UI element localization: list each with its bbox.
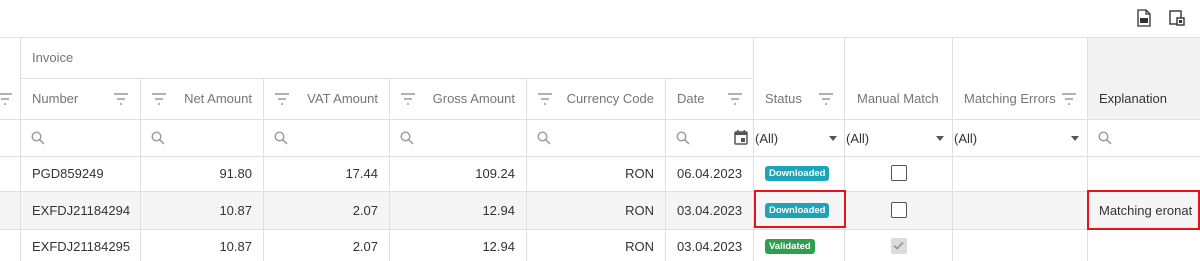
column-header-vat-amount[interactable]: VAT Amount xyxy=(293,78,378,119)
column-header-date[interactable]: Date xyxy=(677,78,727,119)
search-icon[interactable] xyxy=(400,131,414,145)
filter-icon[interactable] xyxy=(401,93,415,105)
status-badge: Downloaded xyxy=(765,166,830,181)
column-header-currency-code[interactable]: Currency Code xyxy=(556,78,654,119)
table-row[interactable]: EXFDJ21184295 10.87 2.07 12.94 RON 03.04… xyxy=(0,230,1200,261)
column-header-net-amount[interactable]: Net Amount xyxy=(170,78,252,119)
status-filter-dropdown[interactable]: (All) xyxy=(754,120,844,156)
column-header-manual-match[interactable]: Manual Match xyxy=(857,78,947,119)
band-header-invoice: Invoice xyxy=(32,50,74,65)
manual-match-checkbox[interactable] xyxy=(891,238,907,254)
export-pdf-icon[interactable] xyxy=(1136,9,1154,27)
chevron-down-icon xyxy=(829,136,837,141)
calendar-icon[interactable] xyxy=(734,130,748,145)
column-header-explanation[interactable]: Explanation xyxy=(1099,78,1195,119)
table-row[interactable]: PGD859249 91.80 17.44 109.24 RON 06.04.2… xyxy=(0,157,1200,191)
search-icon[interactable] xyxy=(31,131,45,145)
filter-icon[interactable] xyxy=(152,93,166,105)
filter-icon[interactable] xyxy=(1062,93,1076,105)
column-chooser-icon[interactable] xyxy=(1168,9,1186,27)
filter-icon[interactable] xyxy=(275,93,289,105)
search-icon[interactable] xyxy=(151,131,165,145)
highlight-box-status xyxy=(754,190,846,228)
manual-match-checkbox[interactable] xyxy=(891,202,907,218)
filter-icon[interactable] xyxy=(819,93,833,105)
search-icon[interactable] xyxy=(537,131,551,145)
column-header-status[interactable]: Status xyxy=(765,78,815,119)
highlight-box-explanation xyxy=(1087,190,1200,230)
column-header-matching-errors[interactable]: Matching Errors xyxy=(964,78,1060,119)
manual-match-filter-dropdown[interactable]: (All) xyxy=(845,120,952,156)
column-header-gross-amount[interactable]: Gross Amount xyxy=(419,78,515,119)
chevron-down-icon xyxy=(936,136,944,141)
grid-toolbar xyxy=(0,0,1200,38)
filter-icon[interactable] xyxy=(0,93,12,105)
checkmark-icon xyxy=(893,241,904,250)
search-icon[interactable] xyxy=(1098,131,1112,145)
filter-icon[interactable] xyxy=(538,93,552,105)
search-icon[interactable] xyxy=(676,131,690,145)
manual-match-checkbox[interactable] xyxy=(891,165,907,181)
filter-icon[interactable] xyxy=(114,93,128,105)
table-row[interactable]: EXFDJ21184294 10.87 2.07 12.94 RON 03.04… xyxy=(0,192,1200,229)
status-badge: Validated xyxy=(765,239,815,254)
chevron-down-icon xyxy=(1071,136,1079,141)
filter-icon[interactable] xyxy=(728,93,742,105)
search-icon[interactable] xyxy=(274,131,288,145)
matching-errors-filter-dropdown[interactable]: (All) xyxy=(953,120,1087,156)
